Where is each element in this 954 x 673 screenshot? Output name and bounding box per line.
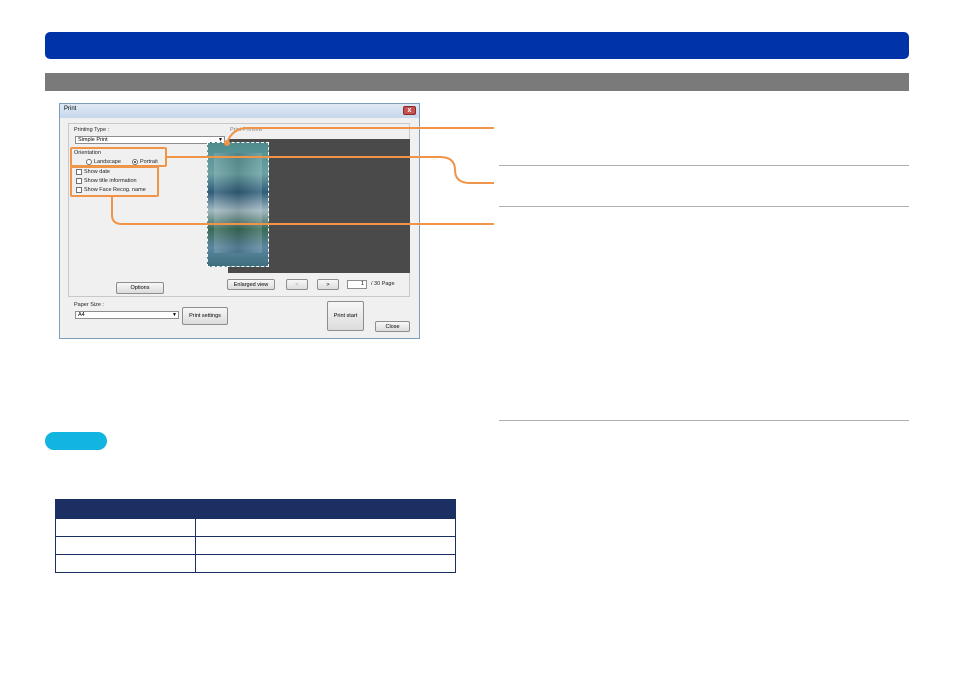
note-badge bbox=[45, 432, 107, 450]
table-cell bbox=[55, 554, 196, 573]
table-header-cell bbox=[195, 499, 456, 519]
callout-line-orientation bbox=[167, 156, 494, 184]
divider bbox=[499, 420, 909, 421]
callout-line-printing-type bbox=[226, 127, 494, 144]
table-cell bbox=[195, 518, 456, 537]
table-row bbox=[55, 554, 456, 573]
table-header-cell bbox=[55, 499, 196, 519]
table-row bbox=[55, 536, 456, 555]
table-cell bbox=[55, 536, 196, 555]
table-cell bbox=[195, 554, 456, 573]
callout-line-checkboxes bbox=[111, 197, 494, 225]
table-cell bbox=[55, 518, 196, 537]
table-cell bbox=[195, 536, 456, 555]
divider bbox=[499, 206, 909, 207]
divider bbox=[499, 165, 909, 166]
table-header-row bbox=[55, 499, 456, 519]
info-table bbox=[55, 499, 456, 573]
table-row bbox=[55, 518, 456, 537]
